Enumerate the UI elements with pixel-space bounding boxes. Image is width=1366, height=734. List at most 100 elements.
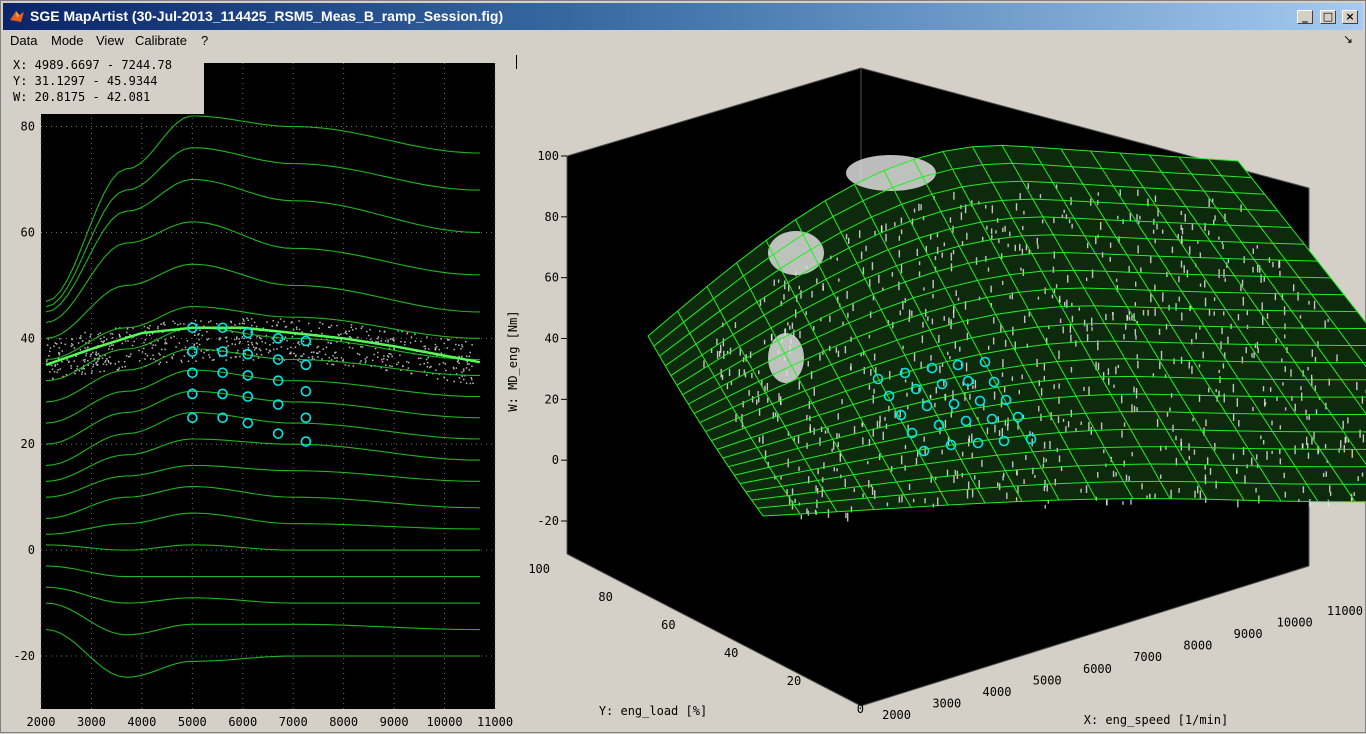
right-data-point: [1178, 276, 1179, 282]
right-data-point: [1284, 473, 1285, 478]
right-data-point: [1002, 372, 1003, 377]
right-data-point: [869, 385, 870, 390]
right-data-point: [874, 231, 875, 236]
right-data-point: [1243, 297, 1244, 306]
right-data-point: [1290, 369, 1291, 376]
right-data-point: [1352, 449, 1353, 458]
right-data-point: [935, 256, 936, 260]
right-data-point: [997, 482, 998, 486]
right-data-point: [994, 392, 995, 400]
right-data-point: [1116, 279, 1117, 282]
right-data-point: [723, 338, 724, 346]
right-xaxis-label: X: eng_speed [1/min]: [1084, 713, 1229, 727]
right-data-point: [1053, 267, 1054, 273]
right-data-point: [1312, 349, 1313, 356]
right-data-point: [1315, 386, 1316, 391]
right-data-point: [883, 432, 884, 440]
right-ztick-label: 60: [545, 271, 559, 285]
right-data-point: [1023, 479, 1024, 484]
right-data-point: [1263, 386, 1264, 391]
right-data-point: [1016, 470, 1017, 476]
right-data-point: [1205, 474, 1206, 479]
right-data-point: [828, 509, 829, 518]
right-data-point: [814, 387, 815, 396]
right-data-point: [923, 287, 924, 290]
right-data-point: [1223, 311, 1224, 315]
right-data-point: [1279, 449, 1280, 454]
right-data-point: [899, 236, 900, 241]
right-xtick-label: 2000: [882, 708, 911, 722]
right-data-point: [1047, 484, 1048, 491]
right-data-point: [1043, 457, 1044, 462]
right-data-point: [907, 406, 908, 409]
right-data-point: [792, 488, 793, 495]
right-data-point: [792, 323, 793, 329]
right-data-point: [863, 267, 864, 274]
right-data-point: [1079, 307, 1080, 310]
right-data-point: [1060, 319, 1061, 323]
right-data-point: [845, 513, 846, 519]
right-data-point: [950, 319, 951, 323]
right-data-point: [879, 416, 880, 423]
right-data-point: [1223, 269, 1224, 278]
right-data-point: [1214, 215, 1215, 220]
right-data-point: [717, 351, 718, 359]
right-data-point: [1258, 348, 1259, 353]
right-data-point: [806, 508, 807, 513]
right-data-point: [906, 393, 907, 397]
right-data-point: [1140, 267, 1141, 272]
right-data-point: [878, 275, 879, 283]
right-data-point: [1280, 425, 1281, 429]
right-data-point: [1191, 366, 1192, 374]
right-data-point: [1016, 497, 1017, 501]
right-data-point: [930, 355, 931, 361]
right-data-point: [1303, 486, 1304, 493]
right-data-point: [1124, 422, 1125, 426]
right-data-point: [735, 322, 736, 328]
right-data-point: [838, 413, 839, 419]
right-data-point: [1260, 274, 1261, 283]
right-data-point: [809, 401, 810, 409]
right-data-point: [1357, 476, 1358, 481]
right-data-point: [937, 497, 938, 505]
right-data-point: [887, 502, 888, 506]
right-data-point: [1126, 475, 1127, 481]
right-xtick-label: 9000: [1234, 627, 1263, 641]
right-data-point: [1347, 417, 1348, 423]
right-data-point: [1075, 428, 1076, 431]
right-data-point: [901, 229, 902, 234]
right-data-point: [885, 223, 886, 230]
right-data-point: [1034, 475, 1035, 478]
right-data-point: [1042, 220, 1043, 224]
right-3d-plot[interactable]: 100806040200-201008060402002000300040005…: [1, 1, 1366, 734]
right-data-point: [972, 489, 973, 497]
right-data-point: [942, 252, 943, 257]
right-data-point: [1044, 287, 1045, 294]
right-data-point: [1263, 440, 1264, 444]
right-data-point: [944, 242, 945, 246]
right-data-point: [1095, 236, 1096, 244]
right-data-point: [1044, 376, 1045, 381]
right-data-point: [1117, 216, 1118, 219]
right-data-point: [899, 250, 900, 257]
right-data-point: [991, 235, 992, 240]
right-data-point: [1214, 311, 1215, 315]
right-data-point: [1154, 308, 1155, 316]
right-data-point: [1285, 407, 1286, 410]
right-data-point: [1297, 292, 1298, 301]
right-ytick-label: 80: [598, 590, 612, 604]
right-data-point: [1037, 245, 1038, 249]
right-data-point: [951, 412, 952, 417]
right-data-point: [1170, 490, 1171, 499]
right-data-point: [723, 351, 724, 359]
right-data-point: [1044, 442, 1045, 449]
right-data-point: [958, 298, 959, 301]
right-data-point: [1135, 282, 1136, 287]
right-data-point: [780, 476, 781, 479]
right-data-point: [848, 238, 849, 244]
right-data-point: [959, 347, 960, 352]
right-data-point: [1041, 388, 1042, 396]
right-data-point: [850, 363, 851, 370]
right-data-point: [945, 420, 946, 428]
right-data-point: [1087, 243, 1088, 249]
